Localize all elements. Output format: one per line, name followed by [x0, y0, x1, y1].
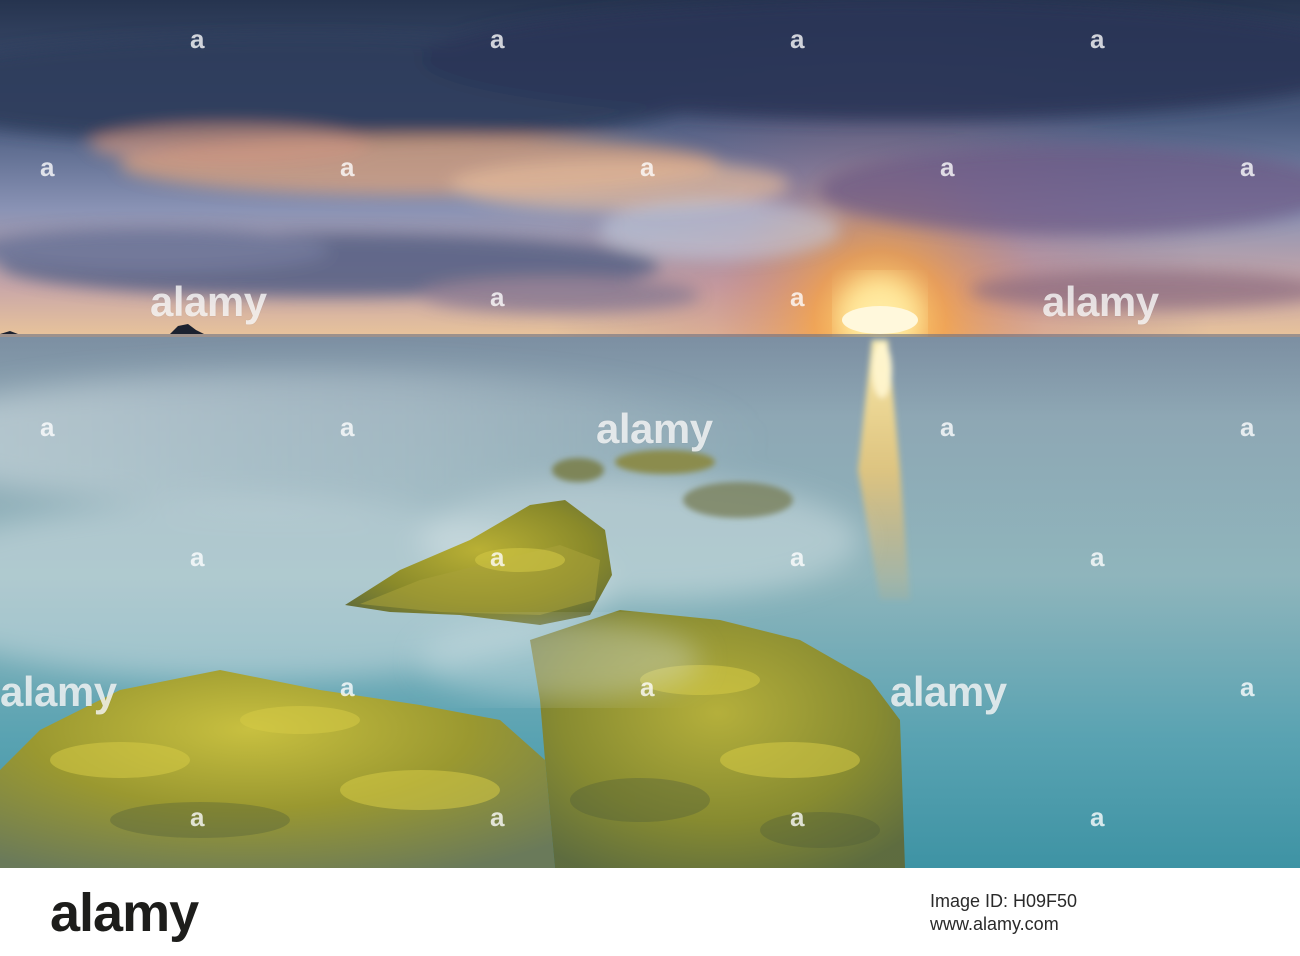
website-text: www.alamy.com — [930, 914, 1059, 934]
sunset-seascape-photo — [0, 0, 1300, 868]
image-info: Image ID: H09F50 www.alamy.com — [930, 890, 1250, 936]
alamy-logo: alamy — [50, 883, 199, 943]
stock-footer-bar: alamy Image ID: H09F50 www.alamy.com — [0, 868, 1300, 956]
image-id-text: Image ID: H09F50 — [930, 891, 1078, 911]
image-frame: alamy alamy alamy alamy alamy a a a a a … — [0, 0, 1300, 956]
